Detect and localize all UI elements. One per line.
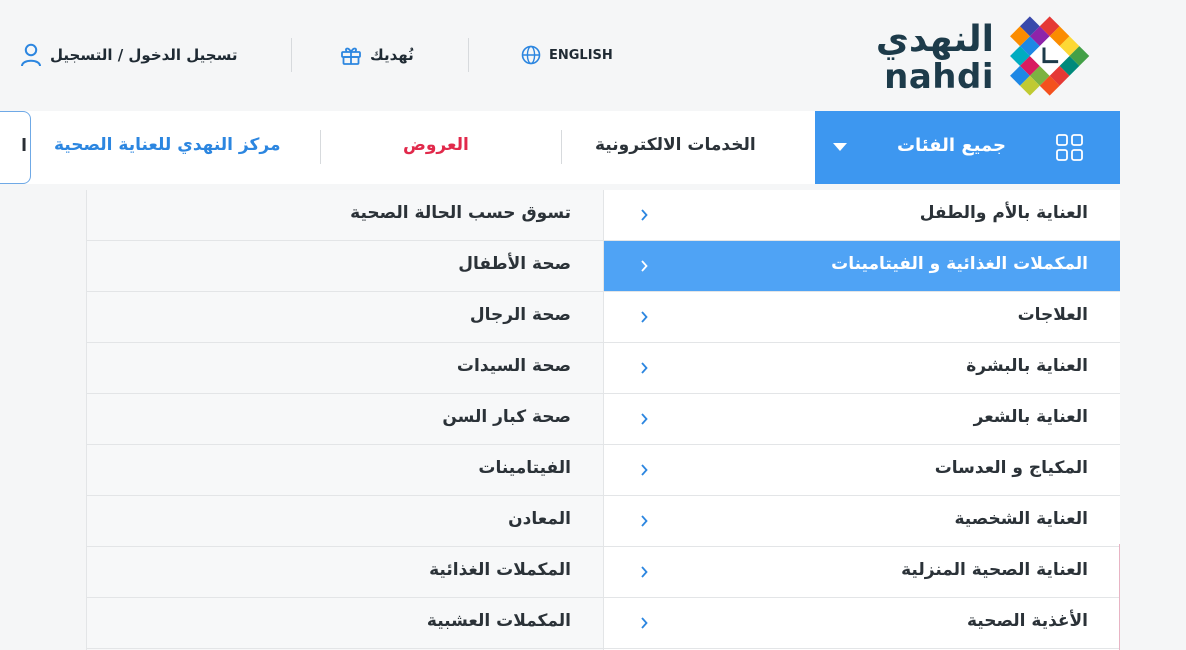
- nav-edge-label: ا: [21, 136, 27, 156]
- category-item[interactable]: العلاجات: [604, 292, 1120, 343]
- subcategory-label: صحة الأطفال: [458, 254, 571, 274]
- subcategory-label: تسوق حسب الحالة الصحية: [350, 203, 571, 223]
- language-switch[interactable]: ENGLISH: [521, 40, 613, 70]
- subcategory-label: صحة كبار السن: [442, 407, 571, 427]
- category-item[interactable]: الأغذية الصحية: [604, 598, 1120, 649]
- main-nav: ا مركز النهدي للعناية الصحية العروض الخد…: [0, 111, 1120, 184]
- nahdi-logo[interactable]: النهدي nahdi: [876, 10, 1092, 102]
- subcategory-item[interactable]: تسوق حسب الحالة الصحية: [87, 190, 603, 241]
- category-item[interactable]: العناية بالشعر: [604, 394, 1120, 445]
- subcategory-item[interactable]: صحة السيدات: [87, 343, 603, 394]
- subcategory-item[interactable]: المعادن: [87, 496, 603, 547]
- nav-scroll-edge[interactable]: ا: [0, 111, 31, 184]
- caret-down-icon: [833, 143, 847, 151]
- category-label: العناية الصحية المنزلية: [901, 560, 1088, 580]
- chevron-right-icon: [641, 209, 648, 221]
- top-header: النهدي nahdi ENGLISH نُهديك تسجيل الدخول…: [0, 0, 1186, 110]
- nav-offers-label: العروض: [403, 135, 469, 155]
- category-label: العناية الشخصية: [954, 509, 1088, 529]
- login-register-link[interactable]: تسجيل الدخول / التسجيل: [20, 40, 238, 70]
- header-divider: [468, 38, 469, 72]
- subcategory-item[interactable]: المكملات العشبية: [87, 598, 603, 649]
- gift-label: نُهديك: [370, 46, 414, 64]
- gift-link[interactable]: نُهديك: [340, 40, 414, 70]
- all-categories-button[interactable]: جميع الفئات: [815, 111, 1120, 184]
- category-label: العناية بالأم والطفل: [919, 203, 1088, 223]
- category-item[interactable]: العناية بالأم والطفل: [604, 190, 1120, 241]
- subcategory-label: صحة الرجال: [469, 305, 571, 325]
- chevron-right-icon: [641, 311, 648, 323]
- subcategory-label: المعادن: [508, 509, 571, 529]
- category-item[interactable]: العناية الصحية المنزلية: [604, 547, 1120, 598]
- nav-divider: [320, 130, 321, 164]
- subcategory-item[interactable]: المكملات الغذائية: [87, 547, 603, 598]
- nav-e-services[interactable]: الخدمات الالكترونية: [595, 135, 756, 155]
- subcategory-label: الفيتامينات: [478, 458, 571, 478]
- page: النهدي nahdi ENGLISH نُهديك تسجيل الدخول…: [0, 0, 1186, 650]
- category-item[interactable]: العناية الشخصية: [604, 496, 1120, 547]
- nav-offers[interactable]: العروض: [403, 135, 469, 155]
- nav-divider: [561, 130, 562, 164]
- nav-health-center[interactable]: مركز النهدي للعناية الصحية: [54, 135, 281, 155]
- subcategory-item[interactable]: صحة الأطفال: [87, 241, 603, 292]
- category-label: المكملات الغذائية و الفيتامينات: [831, 254, 1088, 274]
- gift-icon: [341, 47, 361, 65]
- subcategory-item[interactable]: الفيتامينات: [87, 445, 603, 496]
- chevron-right-icon: [641, 566, 648, 578]
- user-icon: [21, 43, 41, 67]
- header-divider: [291, 38, 292, 72]
- chevron-right-icon: [641, 515, 648, 527]
- globe-icon: [521, 45, 541, 65]
- chevron-right-icon: [641, 617, 648, 629]
- subcategory-item[interactable]: صحة كبار السن: [87, 394, 603, 445]
- chevron-right-icon: [641, 464, 648, 476]
- category-item[interactable]: المكياج و العدسات: [604, 445, 1120, 496]
- category-label: العناية بالشعر: [973, 407, 1088, 427]
- chevron-right-icon: [641, 362, 648, 374]
- category-item[interactable]: العناية بالبشرة: [604, 343, 1120, 394]
- categories-mega-menu: تسوق حسب الحالة الصحية صحة الأطفال صحة ا…: [86, 190, 1120, 650]
- nav-e-services-label: الخدمات الالكترونية: [595, 135, 756, 155]
- subcategory-label: المكملات العشبية: [426, 611, 571, 631]
- category-label: العلاجات: [1017, 305, 1088, 325]
- nav-health-center-label: مركز النهدي للعناية الصحية: [54, 135, 281, 155]
- category-label: الأغذية الصحية: [967, 611, 1088, 631]
- logo-english-text: nahdi: [884, 57, 994, 97]
- language-label: ENGLISH: [549, 47, 613, 63]
- logo-arabic-text: النهدي: [875, 19, 994, 60]
- subcategory-item[interactable]: صحة الرجال: [87, 292, 603, 343]
- chevron-right-icon: [641, 260, 648, 272]
- all-categories-label: جميع الفئات: [896, 135, 1006, 156]
- subcategory-label: صحة السيدات: [456, 356, 571, 376]
- subcategory-label: المكملات الغذائية: [429, 560, 571, 580]
- chevron-right-icon: [641, 413, 648, 425]
- grid-icon: [1056, 134, 1083, 161]
- category-list: العناية بالأم والطفل المكملات الغذائية و…: [604, 190, 1120, 650]
- category-label: المكياج و العدسات: [934, 458, 1088, 478]
- login-label: تسجيل الدخول / التسجيل: [50, 46, 238, 64]
- category-label: العناية بالبشرة: [966, 356, 1088, 376]
- subcategory-list: تسوق حسب الحالة الصحية صحة الأطفال صحة ا…: [86, 190, 604, 650]
- category-item-active[interactable]: المكملات الغذائية و الفيتامينات: [604, 241, 1120, 292]
- logo-heart-mark: [1010, 16, 1090, 96]
